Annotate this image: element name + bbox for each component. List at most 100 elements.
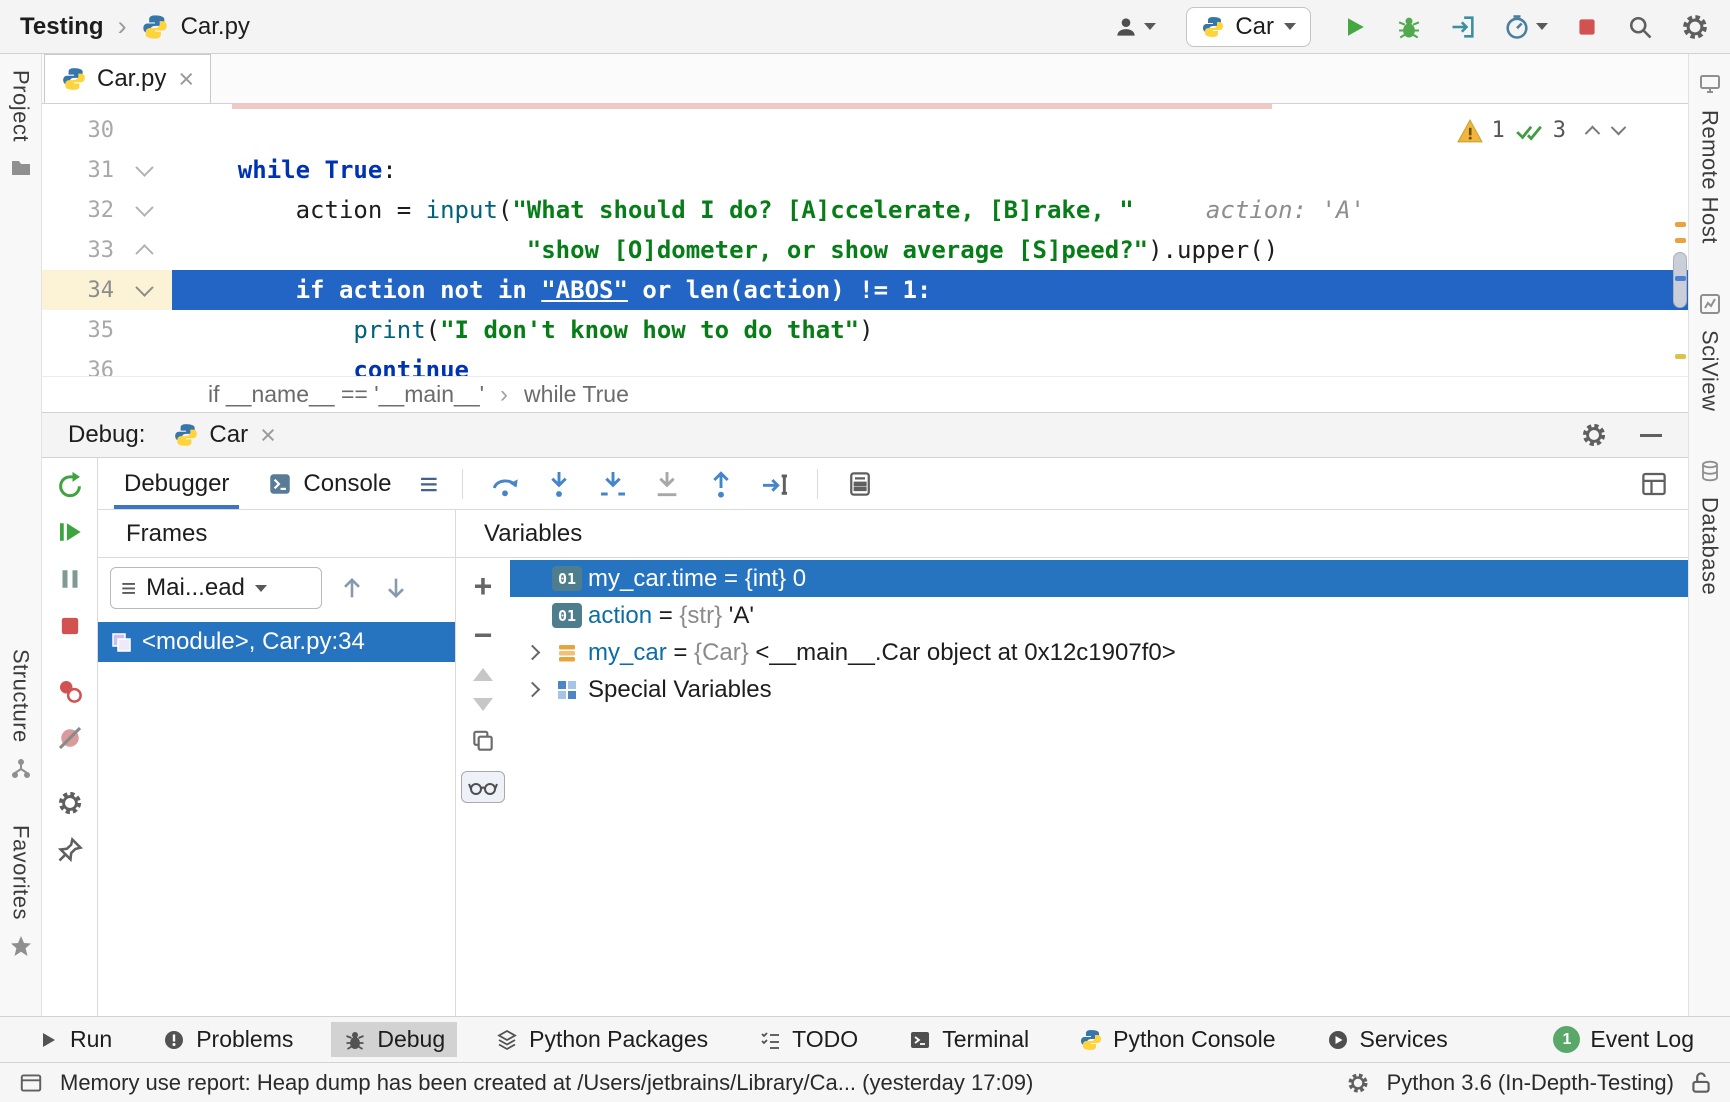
variable-row[interactable]: 01my_car.time = {int} 0 [510, 560, 1688, 597]
view-breakpoints-button[interactable] [53, 674, 87, 708]
debug-button[interactable] [1395, 13, 1423, 41]
breadcrumb-project[interactable]: Testing [20, 13, 104, 41]
scrollbar-exec-mark[interactable] [1675, 276, 1686, 281]
duplicate-watch-button[interactable] [470, 728, 496, 754]
status-message[interactable]: Memory use report: Heap dump has been cr… [60, 1070, 1033, 1096]
profiler-button[interactable] [1503, 13, 1548, 41]
stripe-database-button[interactable]: Database [1697, 497, 1723, 595]
code-text[interactable]: "show [O]dometer, or show average [S]pee… [172, 230, 1688, 270]
previous-frame-button[interactable] [338, 574, 366, 602]
line-number[interactable]: 35 [42, 318, 114, 343]
prev-problem-icon[interactable] [1585, 126, 1601, 142]
line-number[interactable]: 30 [42, 118, 114, 143]
lock-icon[interactable] [1690, 1070, 1712, 1096]
remove-watch-button[interactable]: − [474, 619, 493, 651]
next-problem-icon[interactable] [1611, 120, 1627, 136]
force-step-into-button[interactable] [649, 466, 685, 502]
fold-marker-icon[interactable] [135, 198, 153, 216]
hide-toolwindow-icon[interactable] [1640, 434, 1662, 437]
variable-row[interactable]: my_car = {Car} <__main__.Car object at 0… [510, 634, 1688, 671]
pin-tab-button[interactable] [53, 833, 87, 867]
settings-button[interactable] [1680, 12, 1710, 42]
breadcrumb-file[interactable]: Car.py [181, 13, 250, 41]
toolwindow-button-python[interactable]: Python Console [1067, 1022, 1287, 1057]
resume-button[interactable] [53, 515, 87, 549]
expand-chevron-icon[interactable] [518, 639, 546, 667]
step-over-button[interactable] [487, 466, 523, 502]
debugger-settings-button[interactable] [53, 786, 87, 820]
python-interpreter-widget[interactable]: Python 3.6 (In-Depth-Testing) [1387, 1070, 1674, 1096]
add-watch-button[interactable]: + [474, 570, 493, 602]
mute-breakpoints-button[interactable] [53, 721, 87, 755]
toolwindow-button-packages[interactable]: Python Packages [483, 1022, 720, 1057]
debug-session-tab[interactable]: Car × [173, 421, 275, 449]
code-text[interactable]: while True: [172, 150, 1688, 190]
toolwindow-button-event[interactable]: 1Event Log [1541, 1022, 1706, 1057]
thread-selector[interactable]: ≡ Mai...ead [110, 567, 322, 609]
fold-marker-icon[interactable] [135, 244, 153, 262]
step-out-button[interactable] [703, 466, 739, 502]
code-text[interactable]: continue [172, 350, 1688, 376]
search-everywhere-button[interactable] [1626, 13, 1654, 41]
toolwindow-button-run[interactable]: Run [24, 1022, 124, 1057]
coverage-button[interactable] [1449, 13, 1477, 41]
run-to-cursor-button[interactable] [757, 466, 793, 502]
run-configuration-select[interactable]: Car [1186, 7, 1311, 47]
editor-scrollbar[interactable] [1671, 104, 1688, 376]
scrollbar-warning-mark[interactable] [1675, 222, 1686, 227]
breadcrumb-while-true[interactable]: while True [524, 381, 629, 408]
stop-debug-button[interactable] [53, 609, 87, 643]
variable-row[interactable]: Special Variables [510, 671, 1688, 708]
stripe-sciview-button[interactable]: SciView [1697, 330, 1723, 411]
toolwindow-button-debug[interactable]: Debug [331, 1022, 457, 1057]
memory-indicator-icon[interactable] [18, 1070, 44, 1096]
stripe-favorites-button[interactable]: Favorites [8, 825, 34, 920]
stripe-remote-host-button[interactable]: Remote Host [1697, 110, 1723, 244]
scrollbar-warning-mark[interactable] [1675, 238, 1686, 243]
toolwindow-button-todo[interactable]: TODO [746, 1022, 870, 1057]
variable-row[interactable]: 01action = {str} 'A' [510, 597, 1688, 634]
tab-close-icon[interactable]: × [260, 422, 276, 449]
frame-row[interactable]: <module>, Car.py:34 [98, 622, 455, 662]
tab-console[interactable]: Console [257, 458, 401, 509]
rerun-button[interactable] [53, 468, 87, 502]
step-into-my-code-button[interactable] [595, 466, 631, 502]
editor-tab-carpy[interactable]: Car.py × [44, 54, 211, 103]
toolwindow-button-services[interactable]: Services [1314, 1022, 1460, 1057]
move-watch-down-button[interactable] [473, 698, 493, 711]
toolwindow-button-problems[interactable]: Problems [150, 1022, 305, 1057]
tab-debugger[interactable]: Debugger [114, 458, 239, 509]
fold-marker-icon[interactable] [135, 158, 153, 176]
scrollbar-note-mark[interactable] [1675, 354, 1686, 359]
code-text[interactable]: print("I don't know how to do that") [172, 310, 1688, 350]
user-account-button[interactable] [1113, 14, 1156, 40]
pause-button[interactable] [53, 562, 87, 596]
line-number[interactable]: 36 [42, 358, 114, 377]
move-watch-up-button[interactable] [473, 668, 493, 681]
evaluate-expression-button[interactable] [842, 466, 878, 502]
code-editor[interactable]: 30 31 while True: 32 action = input("What … [42, 104, 1688, 376]
code-text[interactable]: if action not in "ABOS" or len(action) !… [172, 270, 1688, 310]
tab-close-icon[interactable]: × [178, 66, 194, 93]
layout-menu-icon[interactable]: ≡ [419, 468, 438, 500]
step-into-button[interactable] [541, 466, 577, 502]
next-frame-button[interactable] [382, 574, 410, 602]
breadcrumb-if-main[interactable]: if __name__ == '__main__' [208, 381, 484, 408]
toolwindow-button-terminal[interactable]: Terminal [896, 1022, 1041, 1057]
line-number[interactable]: 32 [42, 198, 114, 223]
restore-layout-icon[interactable] [1636, 466, 1672, 502]
line-number[interactable]: 31 [42, 158, 114, 183]
interpreter-settings-icon[interactable] [1345, 1070, 1371, 1096]
expand-chevron-icon[interactable] [518, 676, 546, 704]
fold-marker-icon[interactable] [135, 278, 153, 296]
run-button[interactable] [1341, 13, 1369, 41]
line-number[interactable]: 34 [42, 278, 114, 303]
stripe-structure-button[interactable]: Structure [8, 649, 34, 743]
stop-button[interactable] [1574, 14, 1600, 40]
settings-gear-icon[interactable] [1580, 421, 1608, 449]
show-watches-toggle[interactable] [461, 771, 505, 803]
line-number[interactable]: 33 [42, 238, 114, 263]
inspections-widget[interactable]: 1 3 [1451, 116, 1631, 145]
code-text[interactable]: action = input("What should I do? [A]cce… [172, 190, 1688, 230]
stripe-project-button[interactable]: Project [8, 70, 34, 142]
